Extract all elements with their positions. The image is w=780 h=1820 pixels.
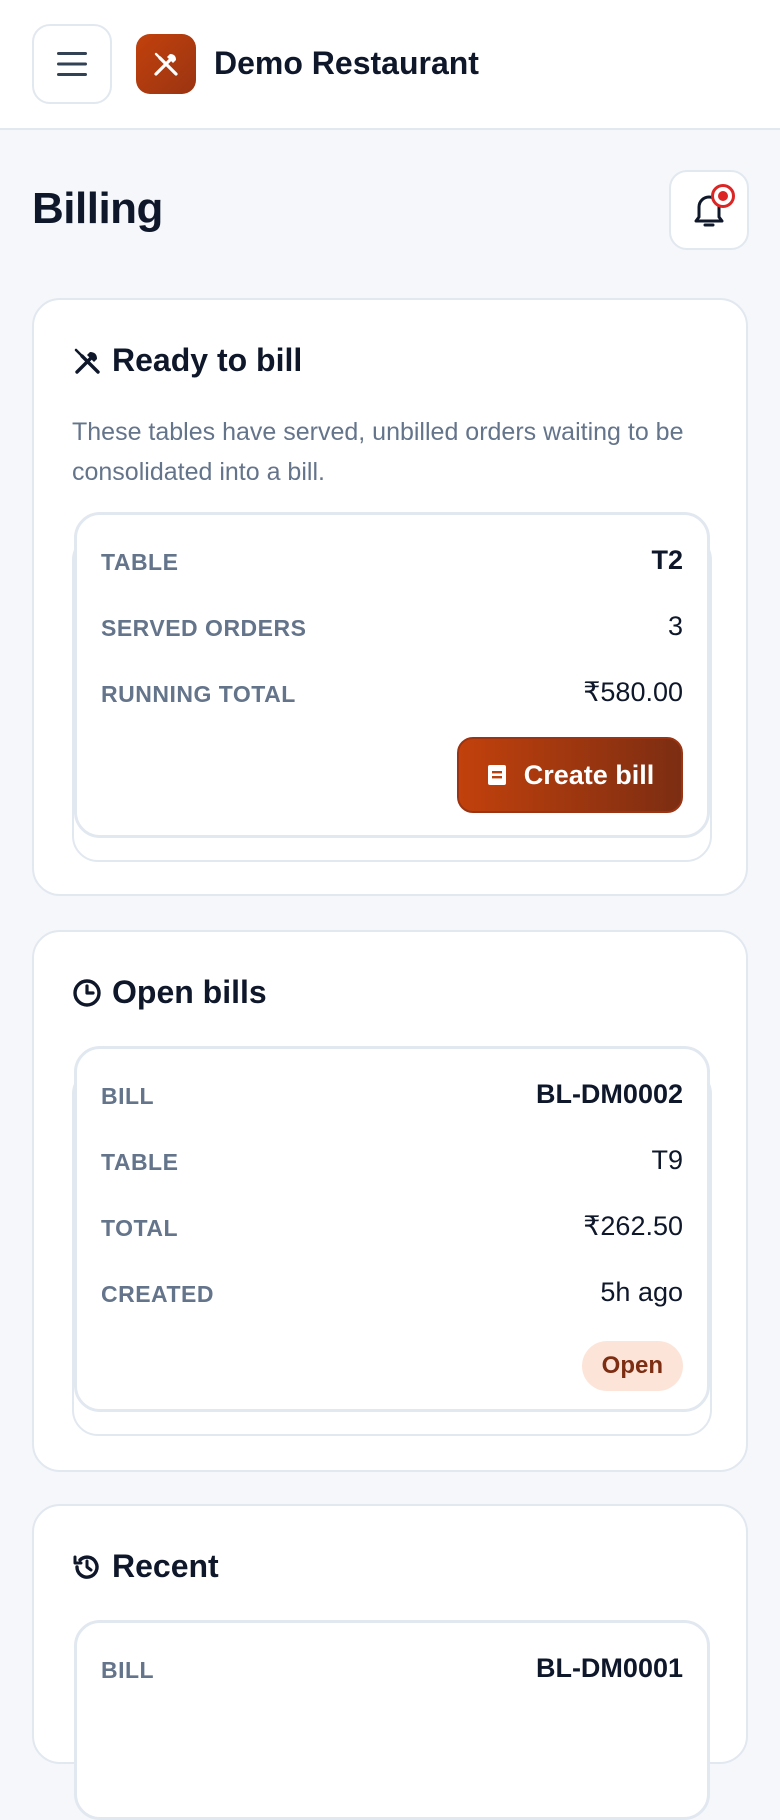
- create-bill-button[interactable]: Create bill: [457, 737, 683, 813]
- running-total-value: ₹580.00: [583, 677, 683, 707]
- created-row: CREATED 5h ago: [101, 1277, 683, 1317]
- ready-to-bill-header: Ready to bill: [72, 342, 302, 379]
- open-bills-title: Open bills: [112, 974, 267, 1010]
- ready-to-bill-description: These tables have served, unbilled order…: [72, 418, 684, 486]
- created-value: 5h ago: [600, 1277, 683, 1307]
- table-label: TABLE: [101, 549, 179, 575]
- notification-dot: [711, 184, 735, 208]
- recent-bill-card[interactable]: BILL BL-DM0001: [74, 1620, 710, 1820]
- page-title: Billing: [32, 184, 163, 233]
- clock-icon: [73, 978, 101, 1007]
- bill-label: BILL: [101, 1083, 155, 1109]
- recent-bill-stack: BILL BL-DM0001: [72, 1620, 712, 1820]
- table-row: TABLE T9: [101, 1145, 683, 1185]
- utensils-icon: [154, 52, 178, 76]
- bill-value: BL-DM0001: [535, 1653, 683, 1683]
- created-label: CREATED: [101, 1281, 214, 1307]
- running-total-row: RUNNING TOTAL ₹580.00: [101, 677, 683, 717]
- create-bill-label: Create bill: [523, 759, 655, 790]
- open-bill-card[interactable]: BILL BL-DM0002 TABLE T9 TOTAL ₹262.50 CR…: [74, 1046, 710, 1412]
- receipt-icon: [487, 765, 506, 785]
- recent-card: Recent BILL BL-DM0001: [32, 1504, 748, 1820]
- served-orders-row: SERVED ORDERS 3: [101, 611, 683, 651]
- recent-title: Recent: [112, 1548, 219, 1584]
- utensils-icon: [74, 348, 100, 374]
- open-bills-header: Open bills: [72, 974, 267, 1011]
- table-row: TABLE T2: [101, 545, 683, 585]
- running-total-label: RUNNING TOTAL: [101, 681, 296, 707]
- notifications-button[interactable]: [669, 170, 749, 250]
- brand-name: Demo Restaurant: [214, 45, 479, 81]
- table-value: T9: [651, 1145, 683, 1175]
- bill-value: BL-DM0002: [535, 1079, 683, 1109]
- ready-to-bill-title: Ready to bill: [112, 342, 303, 378]
- brand-logo: [136, 34, 196, 94]
- bill-label: BILL: [101, 1657, 155, 1683]
- ready-table-card[interactable]: TABLE T2 SERVED ORDERS 3 RUNNING TOTAL ₹…: [74, 512, 710, 838]
- table-value: T2: [651, 545, 683, 575]
- total-row: TOTAL ₹262.50: [101, 1211, 683, 1251]
- ready-to-bill-card: Ready to bill These tables have served, …: [32, 298, 748, 896]
- ready-table-stack: TABLE T2 SERVED ORDERS 3 RUNNING TOTAL ₹…: [72, 512, 712, 862]
- menu-button[interactable]: [32, 24, 112, 104]
- table-label: TABLE: [101, 1149, 179, 1175]
- recent-header: Recent: [72, 1548, 219, 1585]
- hamburger-icon: [57, 52, 87, 76]
- history-icon: [73, 1554, 99, 1579]
- status-badge: Open: [581, 1341, 683, 1391]
- served-orders-value: 3: [667, 611, 683, 641]
- open-bill-stack: BILL BL-DM0002 TABLE T9 TOTAL ₹262.50 CR…: [72, 1046, 712, 1436]
- top-bar: Demo Restaurant: [0, 0, 780, 130]
- open-bills-card: Open bills BILL BL-DM0002 TABLE T9 TOTAL…: [32, 930, 748, 1472]
- bill-row: BILL BL-DM0002: [101, 1079, 683, 1119]
- bill-row: BILL BL-DM0001: [101, 1653, 683, 1693]
- total-value: ₹262.50: [583, 1211, 683, 1241]
- served-orders-label: SERVED ORDERS: [101, 615, 307, 641]
- total-label: TOTAL: [101, 1215, 179, 1241]
